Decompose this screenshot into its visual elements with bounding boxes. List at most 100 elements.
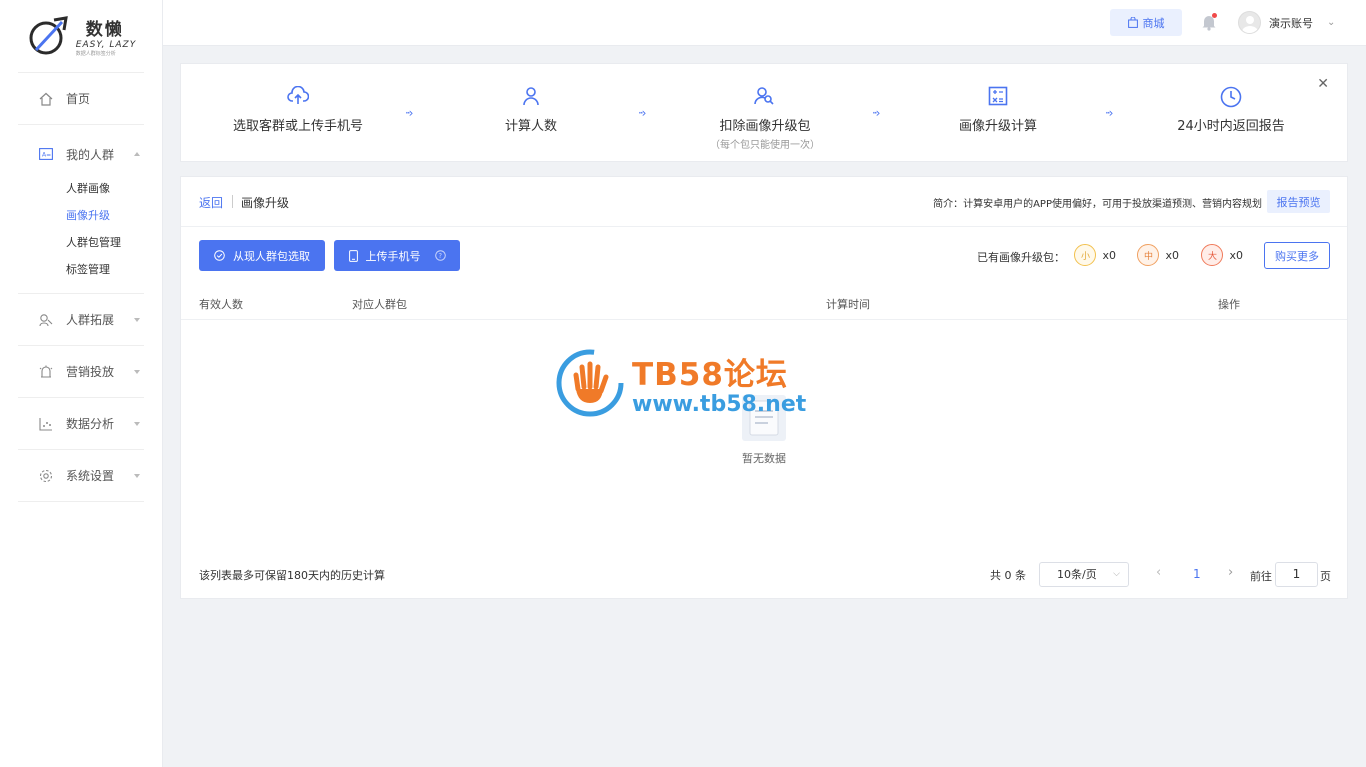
user-icon: [431, 86, 631, 110]
column-header: 操作: [1218, 298, 1240, 311]
prev-page-button[interactable]: ‹: [1156, 565, 1161, 580]
sidebar-item-my-crowd[interactable]: A= 我的人群: [18, 125, 144, 183]
arrow-right-icon: ··›: [872, 106, 881, 120]
page-size-select[interactable]: 10条/页 ⌵: [1039, 562, 1129, 587]
home-icon: [38, 91, 54, 107]
svg-text:A=: A=: [42, 152, 51, 159]
step-3: 扣除画像升级包 （每个包只能使用一次）: [665, 86, 865, 151]
sidebar-item-settings[interactable]: 系统设置: [18, 450, 144, 501]
empty-text: 暂无数据: [742, 452, 786, 465]
sidebar-item-label: 人群拓展: [66, 313, 115, 327]
arrow-right-icon: ··›: [638, 106, 647, 120]
step-2: 计算人数: [431, 86, 631, 134]
sidebar-item-marketing[interactable]: 营销投放: [18, 346, 144, 397]
chevron-up-icon: [134, 152, 140, 156]
total-count: 共 0 条: [990, 569, 1026, 582]
hand-logo-icon: [556, 349, 624, 417]
step-title: 24小时内返回报告: [1177, 119, 1285, 134]
notification-bell[interactable]: [1201, 13, 1217, 31]
user-search-icon: [665, 86, 865, 110]
sidebar-item-label: 我的人群: [66, 147, 115, 162]
user-menu[interactable]: 演示账号 ⌄: [1238, 11, 1335, 34]
sidebar: 数懒 EASY, LAZY 数据人群标签分析 首页 A= 我的人群 人群画像 画…: [0, 0, 163, 767]
sidebar-item-label: 数据分析: [66, 417, 115, 431]
sidebar-subitem-crowd-package[interactable]: 人群包管理: [18, 229, 144, 256]
chevron-down-icon: [134, 421, 140, 426]
column-header: 有效人数: [199, 298, 243, 311]
table-footer: 该列表最多可保留180天内的历史计算 共 0 条 10条/页 ⌵ ‹ 1 › 前…: [181, 550, 1347, 598]
table-header: 有效人数 对应人群包 计算时间 操作: [181, 285, 1347, 320]
upload-cloud-icon: [198, 86, 398, 110]
button-label: 上传手机号: [365, 249, 421, 263]
top-header: 商城 演示账号 ⌄: [163, 0, 1366, 46]
retention-note: 该列表最多可保留180天内的历史计算: [199, 569, 385, 582]
crowd-icon: A=: [38, 146, 54, 162]
package-count: x0: [1165, 248, 1179, 262]
watermark-title: TB58论坛: [632, 357, 788, 393]
next-page-button[interactable]: ›: [1228, 565, 1233, 580]
page-number[interactable]: 1: [1193, 567, 1201, 581]
expand-icon: [38, 312, 54, 328]
sidebar-subitem-portrait-upgrade[interactable]: 画像升级: [18, 202, 144, 229]
watermark-url: www.tb58.net: [632, 392, 807, 417]
buy-more-button[interactable]: 购买更多: [1264, 242, 1330, 269]
notification-dot: [1212, 13, 1217, 18]
package-count: x0: [1229, 248, 1243, 262]
logo[interactable]: 数懒 EASY, LAZY 数据人群标签分析: [0, 0, 162, 72]
report-preview-button[interactable]: 报告预览: [1267, 190, 1330, 213]
package-large: 大 x0: [1201, 244, 1243, 266]
intro-text: 简介：计算安卓用户的APP使用偏好，可用于投放渠道预测、营销内容规划: [933, 199, 1262, 210]
goto-page-input[interactable]: 1: [1275, 562, 1318, 587]
gear-icon: [38, 468, 54, 484]
brand-tagline: 数据人群标签分析: [75, 51, 116, 57]
help-icon[interactable]: ?: [434, 250, 446, 261]
sidebar-item-analysis[interactable]: 数据分析: [18, 398, 144, 449]
chevron-down-icon: ⌄: [1327, 17, 1336, 28]
button-label: 从现人群包选取: [233, 249, 310, 263]
column-header: 计算时间: [826, 298, 870, 311]
arrow-right-icon: ··›: [405, 106, 414, 120]
step-5: 24小时内返回报告: [1131, 86, 1331, 134]
chevron-down-icon: [134, 473, 140, 478]
sidebar-item-label: 营销投放: [66, 365, 115, 379]
sidebar-item-home[interactable]: 首页: [18, 73, 144, 124]
close-icon[interactable]: ✕: [1317, 76, 1329, 92]
avatar: [1238, 11, 1261, 34]
brand-name: 数懒: [85, 20, 124, 40]
package-badge: 中: [1137, 244, 1160, 266]
chevron-down-icon: [134, 369, 140, 374]
arrow-right-icon: ··›: [1105, 106, 1114, 120]
package-badge: 小: [1074, 244, 1097, 266]
shop-button[interactable]: 商城: [1110, 9, 1182, 36]
package-badge: 大: [1201, 244, 1224, 266]
shop-label: 商城: [1142, 16, 1165, 30]
column-header: 对应人群包: [352, 298, 407, 311]
sidebar-item-crowd-expand[interactable]: 人群拓展: [18, 294, 144, 345]
watermark: TB58论坛 www.tb58.net: [556, 349, 806, 417]
select-from-crowd-button[interactable]: 从现人群包选取: [199, 240, 325, 271]
goto-label: 前往: [1250, 570, 1272, 583]
logo-icon: [29, 16, 68, 55]
chevron-down-icon: ⌵: [1113, 569, 1120, 579]
step-note: （每个包只能使用一次）: [710, 140, 820, 151]
clock-icon: [1131, 86, 1331, 110]
svg-text:?: ?: [438, 252, 442, 260]
step-title: 扣除画像升级包: [719, 119, 811, 134]
sidebar-item-label: 系统设置: [66, 469, 115, 483]
package-label: 已有画像升级包：: [977, 251, 1065, 264]
step-title: 画像升级计算: [958, 119, 1037, 134]
step-title: 计算人数: [504, 119, 557, 134]
package-count: x0: [1102, 248, 1116, 262]
process-steps: 选取客群或上传手机号 ··› 计算人数 ··› 扣除画像升级包 （每个包只能使用…: [180, 63, 1348, 162]
step-title: 选取客群或上传手机号: [232, 119, 363, 134]
upload-phone-button[interactable]: 上传手机号 ?: [334, 240, 460, 271]
divider: [232, 195, 233, 208]
page-unit-label: 页: [1320, 570, 1331, 583]
portrait-upgrade-panel: 返回 画像升级 简介：计算安卓用户的APP使用偏好，可用于投放渠道预测、营销内容…: [180, 176, 1348, 599]
sidebar-subitem-tag-management[interactable]: 标签管理: [18, 256, 144, 283]
phone-icon: [348, 249, 358, 262]
step-1: 选取客群或上传手机号: [198, 86, 398, 134]
page-title: 画像升级: [241, 196, 290, 210]
shopping-bag-icon: [1127, 17, 1138, 28]
back-link[interactable]: 返回: [199, 194, 223, 211]
